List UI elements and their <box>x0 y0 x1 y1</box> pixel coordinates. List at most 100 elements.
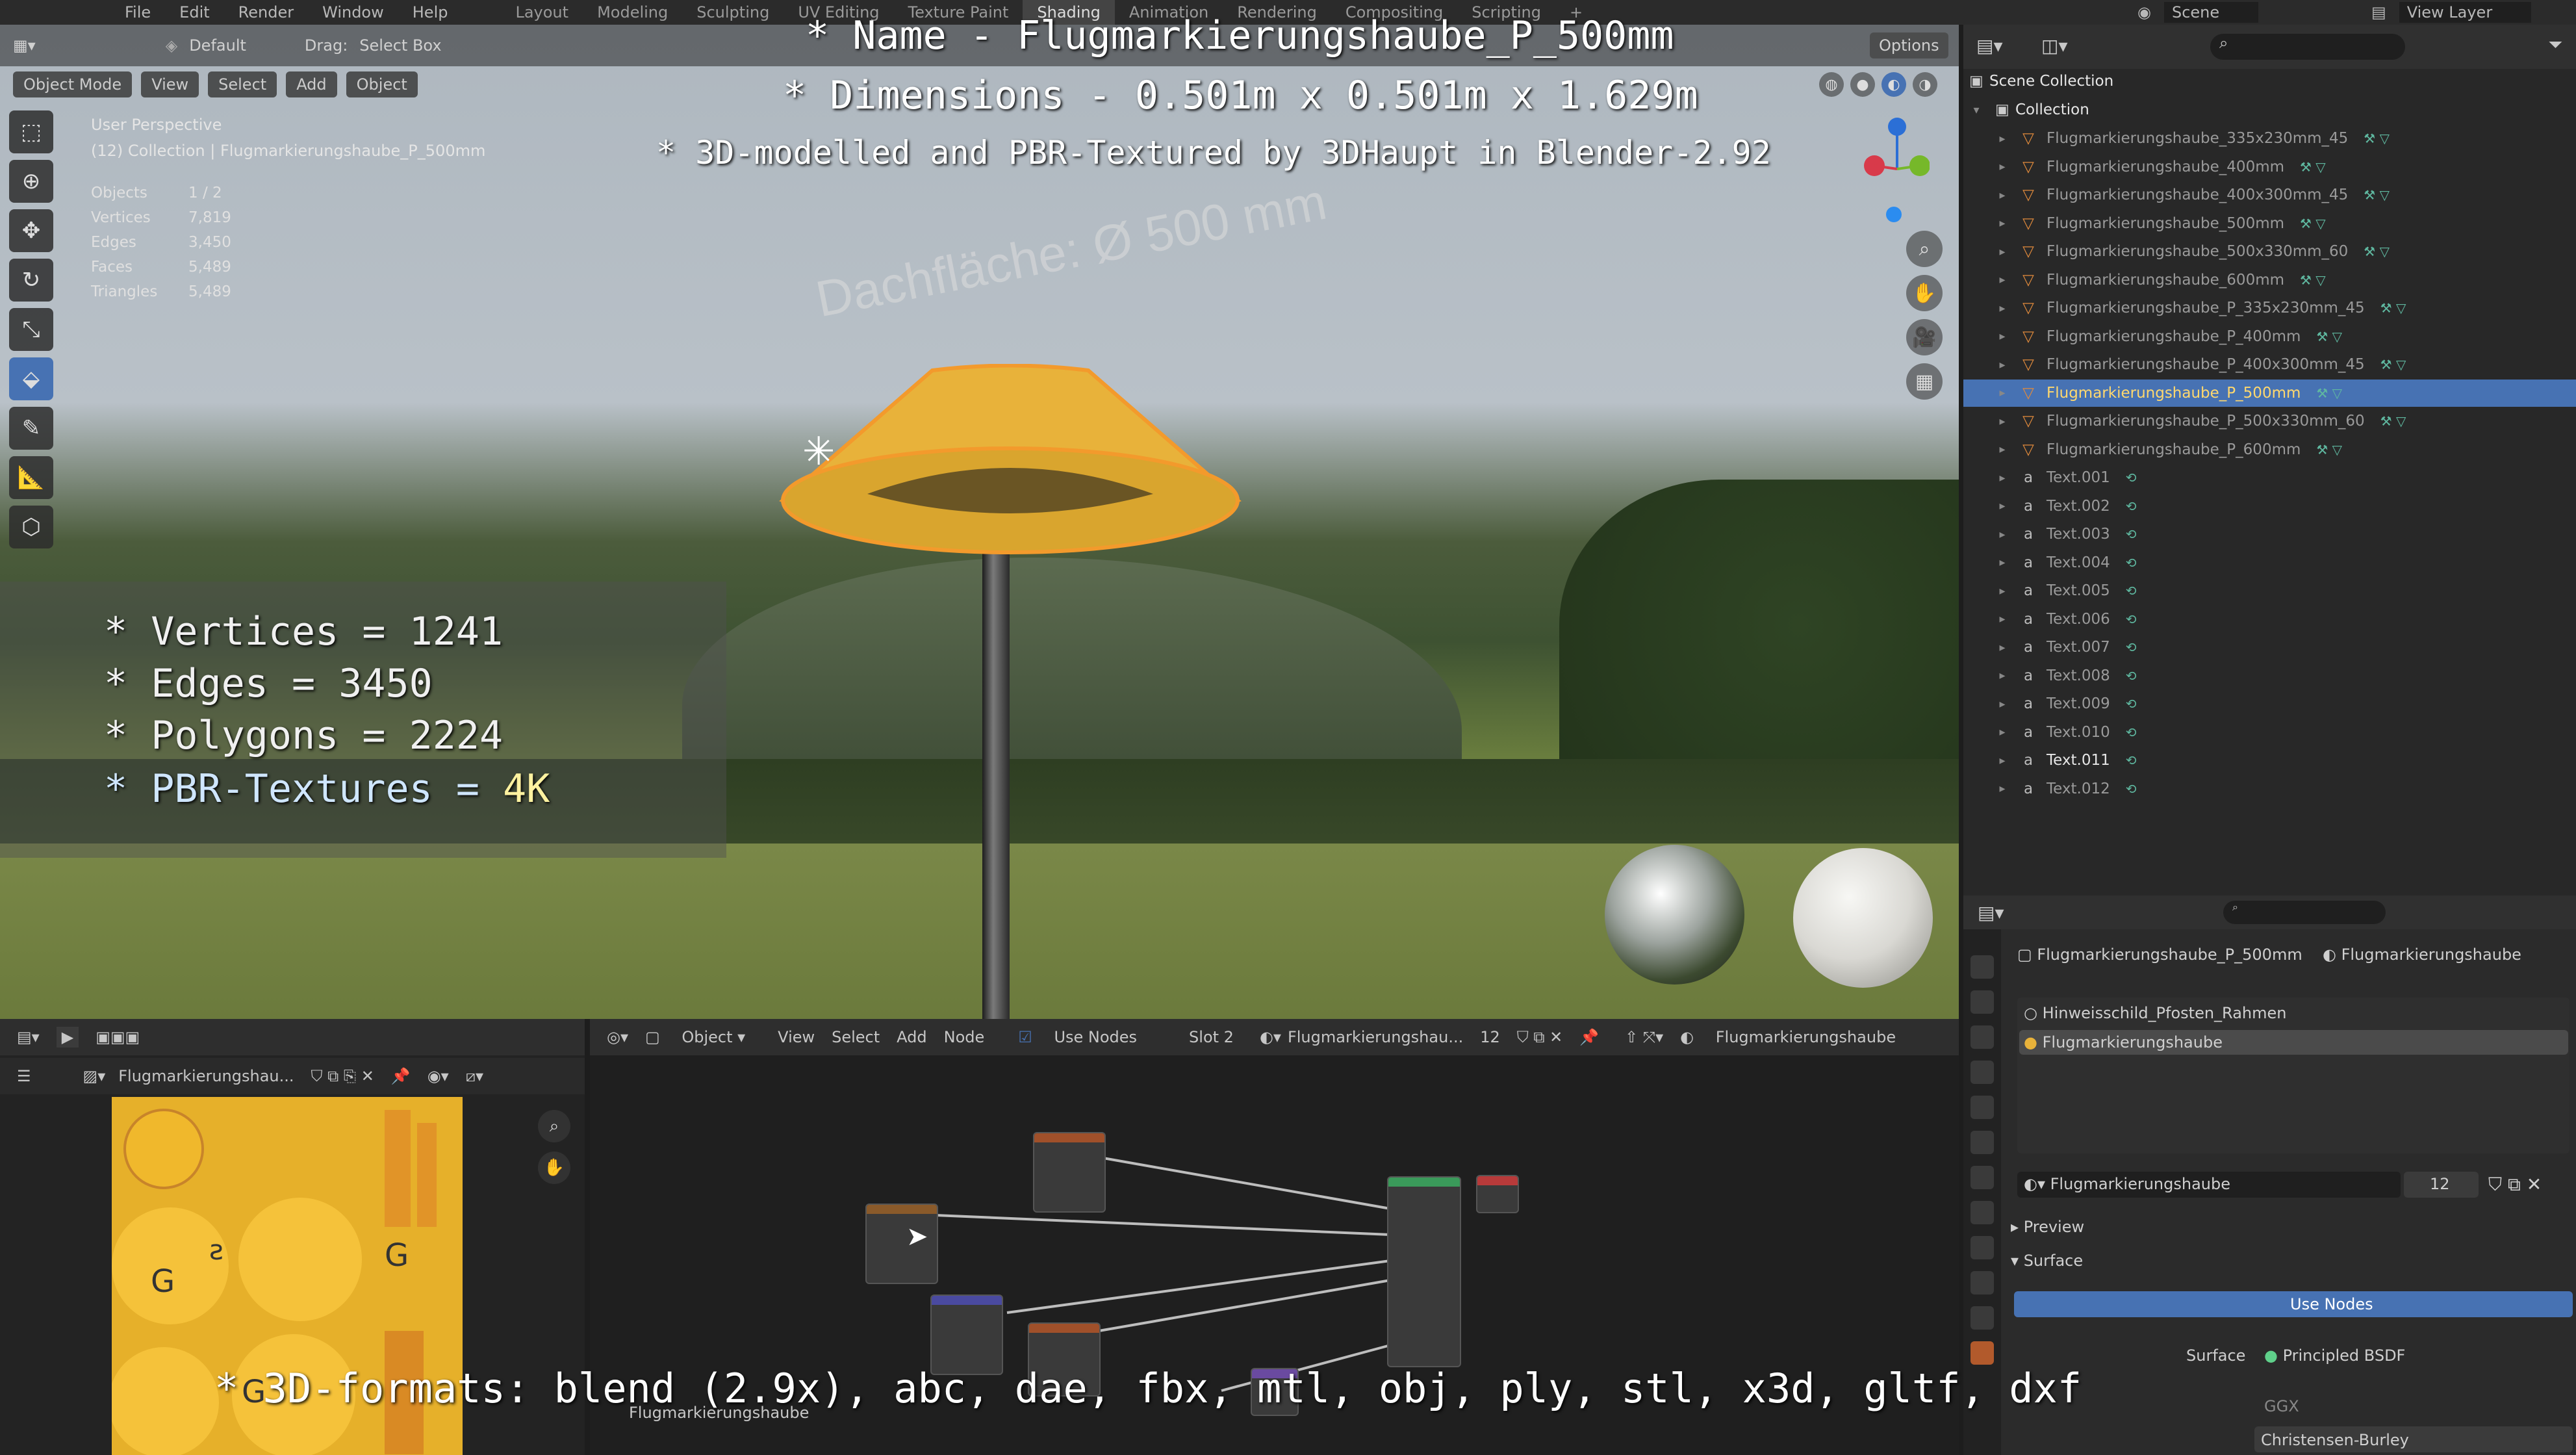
menu-edit[interactable]: Edit <box>179 3 209 21</box>
orientation-dropdown[interactable]: Default <box>189 36 246 55</box>
expand-arrow-icon[interactable]: ▸ <box>1989 273 2015 287</box>
expand-arrow-icon[interactable]: ▸ <box>1989 132 2015 146</box>
outliner-item[interactable]: ▸ a Text.002 ⟲ <box>1963 493 2576 520</box>
zoom-icon[interactable]: ⌕ <box>1906 231 1943 267</box>
menu-select[interactable]: Select <box>208 71 277 97</box>
menu-add[interactable]: Add <box>897 1028 926 1046</box>
tab-modeling[interactable]: Modeling <box>583 0 682 25</box>
move-icon[interactable]: ✥ <box>9 209 53 252</box>
material-datablock[interactable]: ◐▾ Flugmarkierungshaube <box>2024 1175 2230 1193</box>
overlay-toggle-icon[interactable]: ◉▾ <box>427 1067 449 1085</box>
particles-tab-icon[interactable] <box>1970 1201 1994 1224</box>
image-name-field[interactable]: Flugmarkierungshau... <box>118 1067 294 1085</box>
render-tab-icon[interactable] <box>1970 955 1994 979</box>
solid-shading-icon[interactable]: ● <box>1850 72 1875 97</box>
measure-icon[interactable]: 📐 <box>9 456 53 499</box>
outliner-item[interactable]: ▸ ▽ Flugmarkierungshaube_400x300mm_45 ⚒ ▽ <box>1963 181 2576 209</box>
filter-icon[interactable]: ⏷ <box>2548 34 2562 56</box>
material-slot-item[interactable]: ● Flugmarkierungshaube <box>2024 1033 2223 1051</box>
expand-arrow-icon[interactable]: ▸ <box>1989 754 2015 767</box>
tab-sculpting[interactable]: Sculpting <box>682 0 784 25</box>
material-browse-icon[interactable]: ◐▾ <box>1260 1028 1281 1046</box>
expand-arrow-icon[interactable]: ▸ <box>1989 612 2015 626</box>
drag-dropdown[interactable]: Select Box <box>359 36 441 55</box>
expand-arrow-icon[interactable]: ▸ <box>1989 188 2015 202</box>
principled-bsdf-node[interactable] <box>1387 1176 1461 1367</box>
mesh-data-icon[interactable]: ⚒ ▽ <box>2364 244 2390 259</box>
rendered-shading-icon[interactable]: ◑ <box>1913 72 1937 97</box>
expand-arrow-icon[interactable]: ▸ <box>1989 584 2015 598</box>
world-tab-icon[interactable] <box>1970 1096 1994 1119</box>
outliner-search-input[interactable]: ⌕ <box>2210 34 2405 60</box>
editor-type-icon[interactable]: ◎▾ <box>607 1028 628 1046</box>
material-output-node[interactable] <box>1476 1175 1519 1213</box>
outliner-item[interactable]: ▸ a Text.007 ⟲ <box>1963 634 2576 661</box>
view-layer-tab-icon[interactable] <box>1970 1025 1994 1049</box>
mesh-data-icon[interactable]: ⚒ ▽ <box>2316 385 2342 401</box>
editor-type-icon[interactable]: ▦▾ <box>13 36 36 55</box>
camera-icon[interactable]: 🎥 <box>1906 319 1943 355</box>
scale-icon[interactable]: ⤡ <box>9 308 53 351</box>
node-material-tools-icon[interactable]: ⛉ ⧉ ✕ <box>1517 1028 1563 1046</box>
mesh-data-icon[interactable]: ⚒ ▽ <box>2300 159 2326 175</box>
expand-arrow-icon[interactable]: ▸ <box>1989 329 2015 343</box>
expand-arrow-icon[interactable]: ▸ <box>1989 499 2015 513</box>
outliner-item[interactable]: ▸ ▽ Flugmarkierungshaube_600mm ⚒ ▽ <box>1963 266 2576 294</box>
expand-arrow-icon[interactable]: ▸ <box>1989 358 2015 372</box>
scene-icon[interactable]: ◉ <box>2137 3 2151 21</box>
expand-arrow-icon[interactable]: ▸ <box>1989 556 2015 569</box>
pan-hand-icon[interactable]: ✋ <box>1906 275 1943 311</box>
object-tab-icon[interactable] <box>1970 1131 1994 1154</box>
mesh-data-icon[interactable]: ⚒ ▽ <box>2380 357 2406 372</box>
outliner-item[interactable]: ▸ a Text.008 ⟲ <box>1963 662 2576 689</box>
properties-search-input[interactable]: ⌕ <box>2223 901 2386 924</box>
curve-data-icon[interactable]: ⟲ <box>2126 639 2137 655</box>
outliner-item[interactable]: ▸ a Text.011 ⟲ <box>1963 747 2576 774</box>
mesh-data-icon[interactable]: ⚒ ▽ <box>2316 329 2342 344</box>
slot-dropdown[interactable]: Slot 2 <box>1189 1028 1234 1046</box>
menu-render[interactable]: Render <box>238 3 294 21</box>
expand-arrow-icon[interactable]: ▸ <box>1989 443 2015 456</box>
properties-editor-icon[interactable]: ▤▾ <box>1978 902 2004 923</box>
outliner-item[interactable]: ▸ ▽ Flugmarkierungshaube_500mm ⚒ ▽ <box>1963 210 2576 237</box>
physics-tab-icon[interactable] <box>1970 1236 1994 1259</box>
data-tab-icon[interactable] <box>1970 1306 1994 1330</box>
outliner-item[interactable]: ▸ a Text.010 ⟲ <box>1963 719 2576 746</box>
expand-arrow-icon[interactable]: ▸ <box>1989 782 2015 795</box>
annotate-icon[interactable]: ✎ <box>9 407 53 450</box>
outliner-item[interactable]: ▸ ▽ Flugmarkierungshaube_P_335x230mm_45 ⚒ ▽ <box>1963 294 2576 322</box>
outliner-item[interactable]: ▸ a Text.004 ⟲ <box>1963 549 2576 576</box>
outliner-item[interactable]: ▸ a Text.003 ⟲ <box>1963 521 2576 548</box>
mesh-data-icon[interactable]: ⚒ ▽ <box>2300 216 2326 231</box>
pan-hand-icon[interactable]: ✋ <box>538 1152 570 1184</box>
menu-help[interactable]: Help <box>413 3 448 21</box>
rotate-icon[interactable]: ↻ <box>9 259 53 302</box>
marker-hood[interactable] <box>770 364 1251 598</box>
curve-data-icon[interactable]: ⟲ <box>2126 526 2137 542</box>
select-tool-icon[interactable]: ▶ <box>56 1027 79 1048</box>
shader-type-dropdown[interactable]: ▢ Object ▾ <box>645 1028 745 1046</box>
mesh-data-icon[interactable]: ⚒ ▽ <box>2316 442 2342 457</box>
outliner-item[interactable]: ▸ a Text.001 ⟲ <box>1963 464 2576 491</box>
fake-user-icon[interactable]: ⛉ ⧉ ✕ <box>2488 1174 2542 1196</box>
material-tab-icon[interactable] <box>1970 1341 1994 1365</box>
curve-data-icon[interactable]: ⟲ <box>2126 612 2137 627</box>
outliner-item[interactable]: ▸ ▽ Flugmarkierungshaube_P_400x300mm_45 ⚒ ▽ <box>1963 351 2576 378</box>
outliner-editor-icon[interactable]: ▤▾ <box>1976 35 2003 57</box>
outliner-item[interactable]: ▸ ▽ Flugmarkierungshaube_P_400mm ⚒ ▽ <box>1963 323 2576 350</box>
zoom-icon[interactable]: ⌕ <box>538 1110 570 1142</box>
pin-icon[interactable]: 📌 <box>391 1067 411 1085</box>
expand-arrow-icon[interactable]: ▸ <box>1989 245 2015 259</box>
curve-data-icon[interactable]: ⟲ <box>2126 583 2137 599</box>
axis-gizmo[interactable] <box>1832 110 1930 227</box>
expand-arrow-icon[interactable]: ▸ <box>1989 528 2015 541</box>
editor-type-icon[interactable]: ▤▾ <box>17 1028 40 1046</box>
curve-data-icon[interactable]: ⟲ <box>2126 668 2137 684</box>
collection-row[interactable]: ▾ ▣ Collection <box>1963 96 2576 123</box>
menu-add[interactable]: Add <box>286 71 337 97</box>
add-cube-icon[interactable]: ⬡ <box>9 506 53 548</box>
selection-mode-icon[interactable]: ▣▣▣ <box>96 1028 140 1046</box>
modifier-tab-icon[interactable] <box>1970 1166 1994 1189</box>
outliner-item[interactable]: ▸ ▽ Flugmarkierungshaube_335x230mm_45 ⚒ ▽ <box>1963 125 2576 152</box>
expand-arrow-icon[interactable]: ▾ <box>1963 103 1989 117</box>
